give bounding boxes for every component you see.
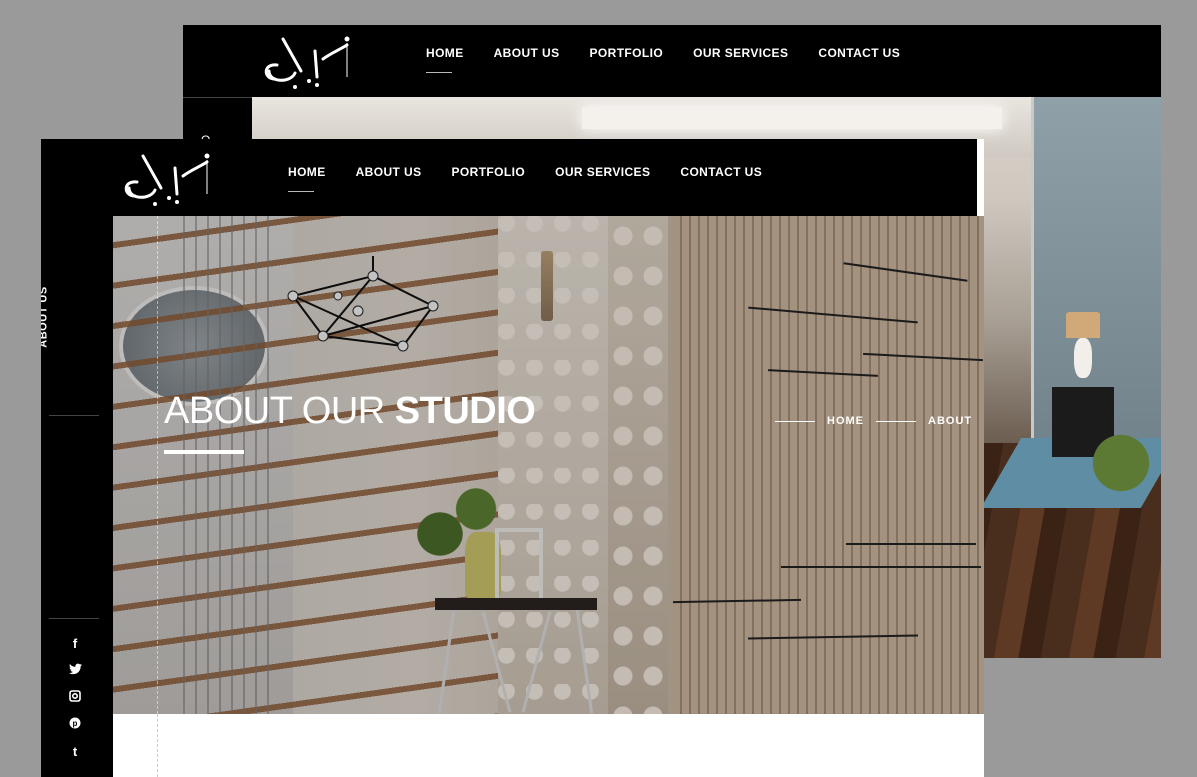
tumblr-icon[interactable]: t bbox=[73, 743, 77, 761]
social-links: f p t bbox=[65, 635, 85, 761]
back-main-menu: HOME ABOUT US PORTFOLIO OUR SERVICES CON… bbox=[426, 46, 900, 73]
breadcrumb: HOME ABOUT bbox=[763, 415, 972, 427]
back-ceiling-light bbox=[582, 107, 1002, 129]
sidebar: ABOUT US f p t bbox=[41, 139, 113, 777]
nav-contact-us[interactable]: CONTACT US bbox=[680, 165, 762, 179]
sidebar-label-text: ABOUT US bbox=[41, 286, 50, 348]
facebook-icon[interactable]: f bbox=[73, 635, 77, 653]
breadcrumb-line bbox=[876, 420, 916, 422]
page-title-light: ABOUT OUR bbox=[164, 390, 395, 432]
nav-about-us[interactable]: ABOUT US bbox=[356, 165, 422, 179]
nav-portfolio[interactable]: PORTFOLIO bbox=[451, 165, 525, 179]
hero-overlay bbox=[113, 216, 984, 714]
back-nav-portfolio[interactable]: PORTFOLIO bbox=[589, 46, 663, 60]
back-logo[interactable] bbox=[261, 31, 353, 93]
main-menu: HOME ABOUT US PORTFOLIO OUR SERVICES CON… bbox=[288, 165, 762, 192]
front-window: ABOUT OUR STUDIO HOME ABOUT ABOUT US f p… bbox=[41, 139, 984, 777]
breadcrumb-current: ABOUT bbox=[928, 415, 973, 427]
breadcrumb-home[interactable]: HOME bbox=[827, 415, 864, 427]
back-nav-about[interactable]: ABOUT US bbox=[494, 46, 560, 60]
sidebar-divider bbox=[49, 415, 99, 416]
hero-banner: ABOUT OUR STUDIO HOME ABOUT bbox=[113, 216, 984, 714]
instagram-icon[interactable] bbox=[69, 689, 81, 707]
back-table-lamp bbox=[1066, 312, 1100, 388]
back-nav-home[interactable]: HOME bbox=[426, 46, 464, 73]
back-plant bbox=[1091, 427, 1151, 517]
content-guide-line bbox=[157, 714, 158, 777]
twitter-icon[interactable] bbox=[68, 662, 82, 680]
back-nav-services[interactable]: OUR SERVICES bbox=[693, 46, 788, 60]
sidebar-section-label: ABOUT US bbox=[41, 286, 83, 347]
svg-text:p: p bbox=[73, 719, 78, 728]
back-nav-contact[interactable]: CONTACT US bbox=[818, 46, 900, 60]
nav-our-services[interactable]: OUR SERVICES bbox=[555, 165, 650, 179]
sidebar-divider bbox=[49, 618, 99, 619]
back-navbar: HOME ABOUT US PORTFOLIO OUR SERVICES CON… bbox=[183, 25, 1116, 97]
site-logo[interactable] bbox=[121, 147, 213, 211]
pinterest-icon[interactable]: p bbox=[69, 716, 81, 734]
hero-guide-line bbox=[157, 216, 158, 714]
title-underline bbox=[164, 450, 244, 454]
breadcrumb-line bbox=[775, 420, 815, 422]
page-title: ABOUT OUR STUDIO bbox=[164, 390, 536, 433]
page-title-bold: STUDIO bbox=[394, 390, 536, 432]
navbar: HOME ABOUT US PORTFOLIO OUR SERVICES CON… bbox=[41, 139, 977, 216]
nav-home[interactable]: HOME bbox=[288, 165, 326, 192]
